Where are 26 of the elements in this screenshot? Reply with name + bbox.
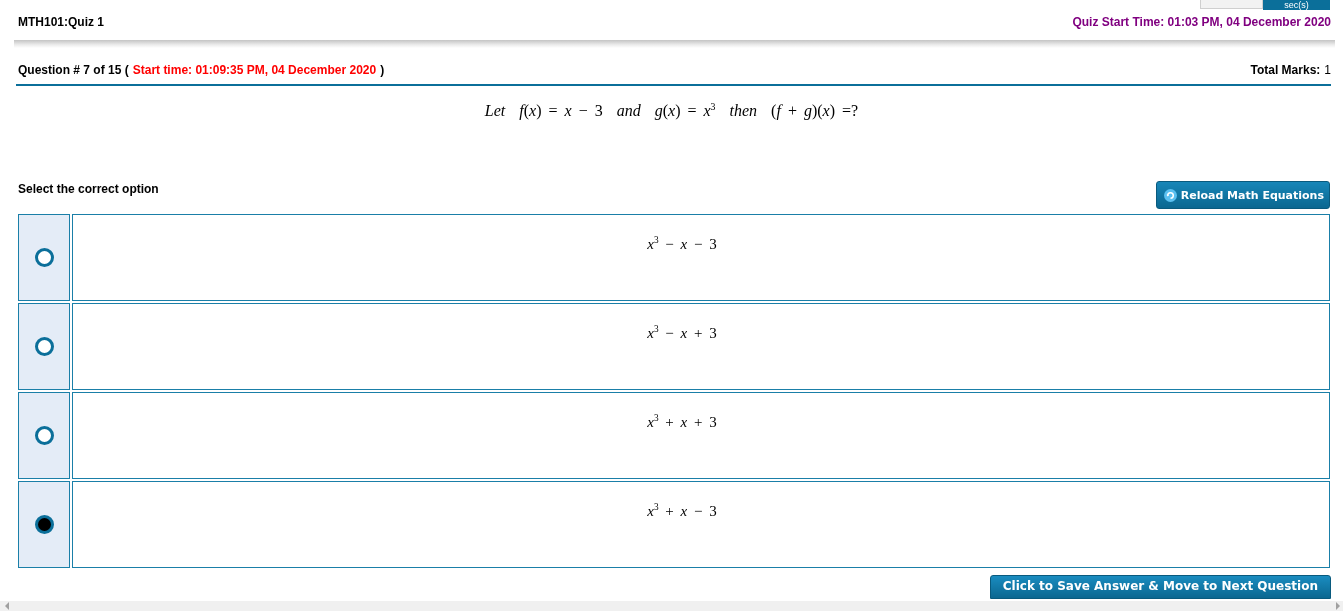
option-answer-cell[interactable]: x$^{3}$ + x + 3 xyxy=(72,392,1330,480)
quiz-title: MTH101:Quiz 1 xyxy=(18,15,104,29)
question-number: Question # 7 of 15 ( xyxy=(18,63,129,77)
instruction-text: Select the correct option xyxy=(18,182,159,197)
option-answer-cell[interactable]: x$^{3}$ − x − 3 xyxy=(72,214,1330,302)
total-marks-value: 1 xyxy=(1324,63,1331,77)
question-start-time: Start time: 01:09:35 PM, 04 December 2020 xyxy=(132,63,377,77)
radio-button[interactable] xyxy=(34,426,54,446)
refresh-icon xyxy=(1163,188,1177,202)
timer-field[interactable] xyxy=(1200,0,1263,9)
option-text: x$^{3}$ + x + 3 xyxy=(647,413,717,432)
radio-button[interactable] xyxy=(34,248,54,268)
seconds-label: sec(s) xyxy=(1263,0,1330,10)
option-answer-cell[interactable]: x$^{3}$ − x + 3 xyxy=(72,303,1330,391)
option-answer-cell[interactable]: x$^{3}$ + x − 3 xyxy=(72,481,1330,569)
reload-math-button[interactable]: Reload Math Equations xyxy=(1155,181,1330,210)
radio-button[interactable] xyxy=(34,515,54,535)
option-text: x$^{3}$ − x + 3 xyxy=(647,324,717,343)
question-text: Let f(x) = x − 3 and g(x) = x$^{3}$ then (f + g)(x) =? xyxy=(484,101,859,121)
radio-button[interactable] xyxy=(34,337,54,357)
save-next-button[interactable]: Click to Save Answer & Move to Next Question xyxy=(989,575,1331,600)
option-text: x$^{3}$ + x − 3 xyxy=(647,502,717,521)
closing-parenthesis: ) xyxy=(380,63,385,77)
option-text: x$^{3}$ − x − 3 xyxy=(647,235,717,254)
total-marks-label: Total Marks: xyxy=(1250,63,1321,77)
quiz-start-time: Quiz Start Time: 01:03 PM, 04 December 2020 xyxy=(1072,15,1331,29)
